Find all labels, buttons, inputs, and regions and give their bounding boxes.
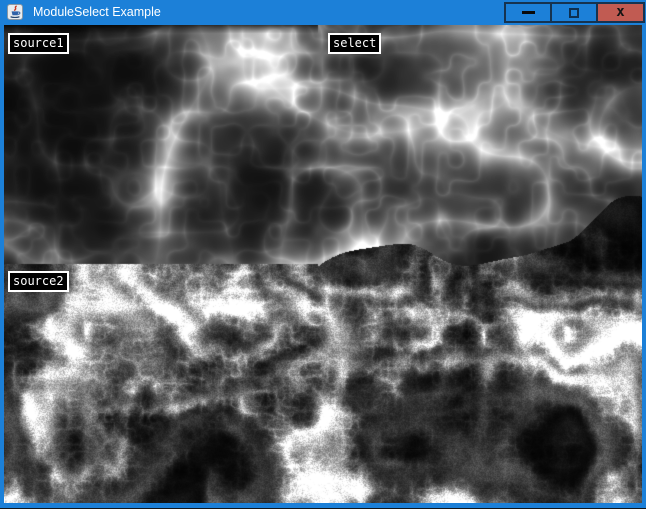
close-x-icon: x	[616, 5, 624, 19]
minimize-button[interactable]	[504, 2, 552, 23]
minimize-dash-icon	[522, 11, 535, 14]
app-window: ModuleSelect Example x source1 select so…	[0, 0, 646, 509]
close-button[interactable]: x	[596, 2, 645, 23]
label-select: select	[328, 33, 381, 54]
titlebar[interactable]: ModuleSelect Example x	[0, 0, 646, 25]
label-source1: source1	[8, 33, 69, 54]
java-coffee-cup-icon	[7, 4, 23, 20]
label-source2: source2	[8, 271, 69, 292]
noise-canvas	[4, 25, 642, 503]
window-title: ModuleSelect Example	[33, 0, 161, 25]
render-area: source1 select source2	[4, 25, 642, 503]
maximize-square-icon	[569, 8, 579, 18]
window-controls: x	[504, 2, 645, 23]
maximize-button[interactable]	[550, 2, 598, 23]
